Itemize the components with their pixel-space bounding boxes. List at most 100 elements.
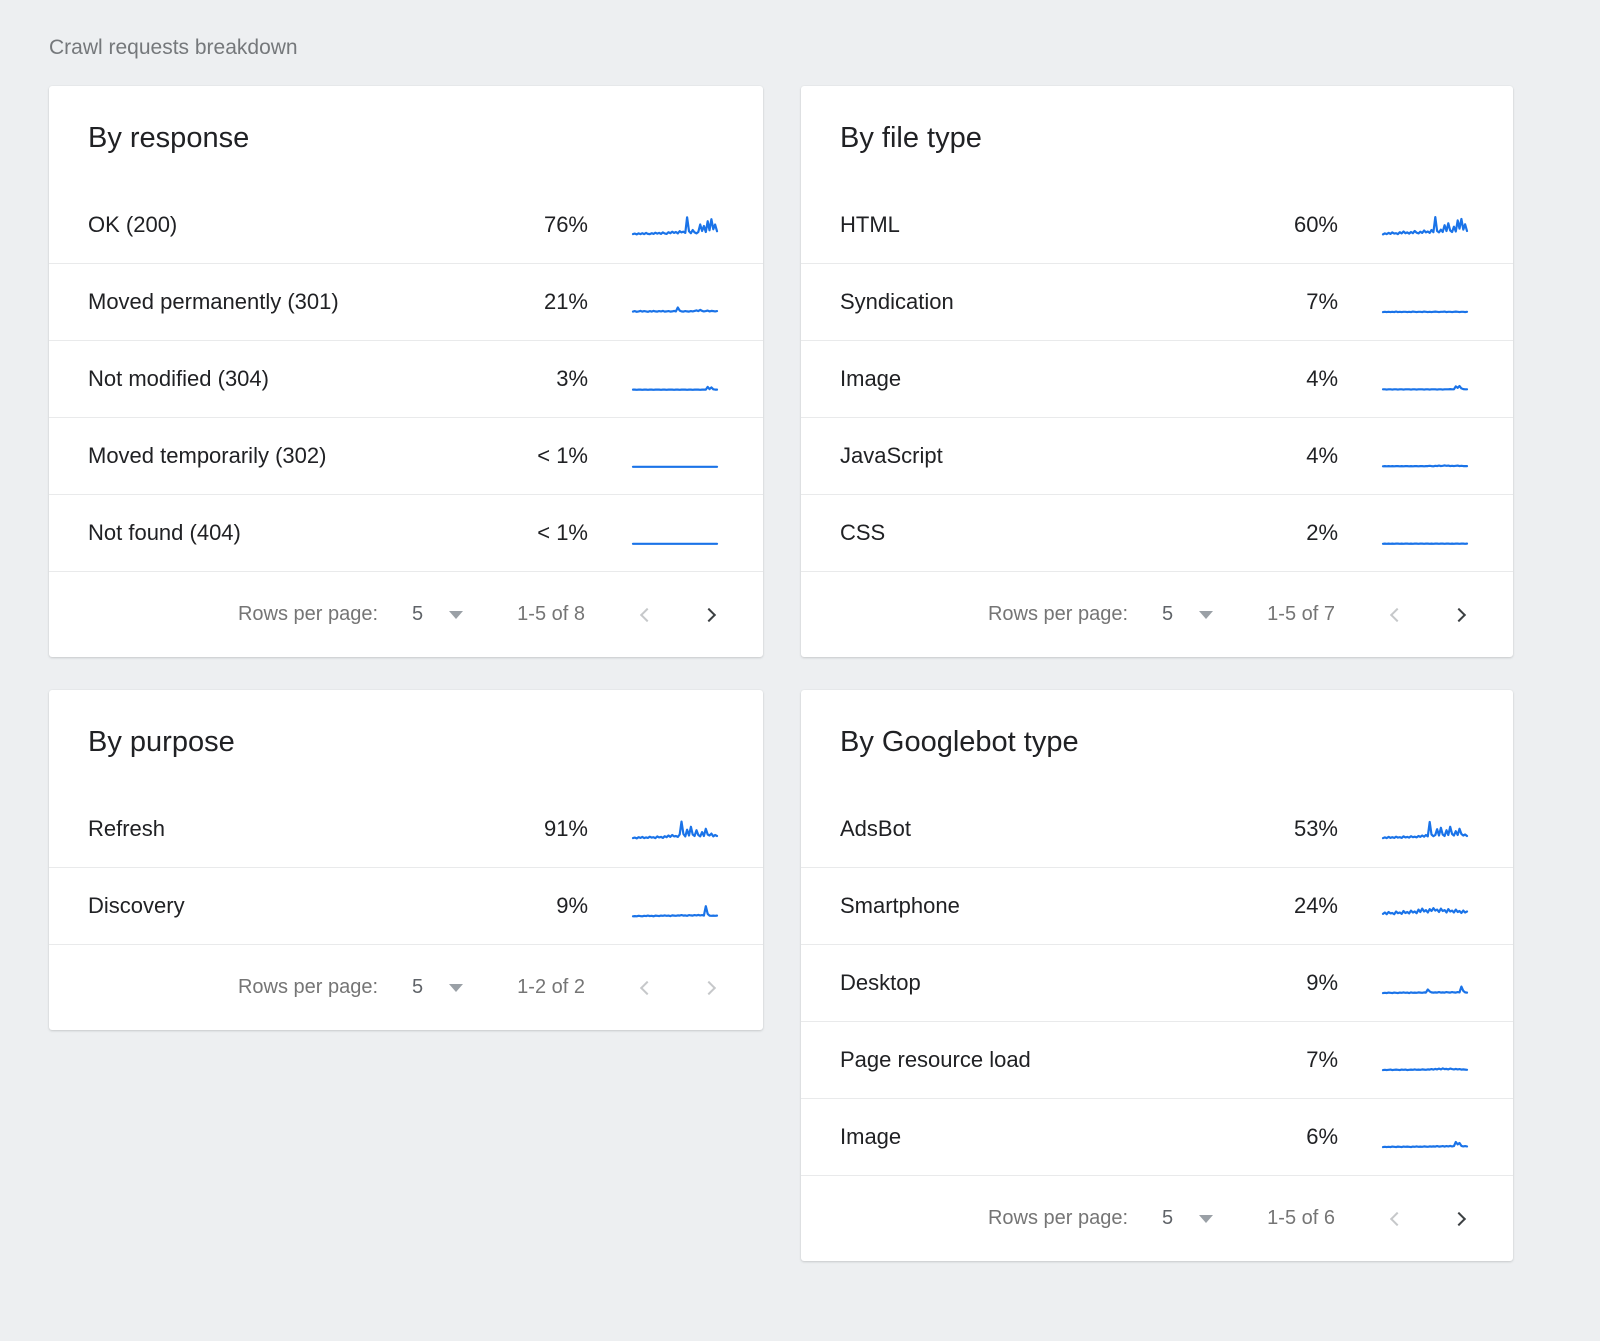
row-value: 9% xyxy=(1306,970,1338,996)
sparkline-chart xyxy=(631,208,719,242)
card-pagination: Rows per page: 5 1-5 of 8 xyxy=(49,571,763,657)
row-value: 60% xyxy=(1294,212,1338,238)
chevron-right-icon xyxy=(702,980,716,994)
rows-per-page-dropdown[interactable] xyxy=(1193,602,1219,628)
chevron-left-icon xyxy=(1390,1211,1404,1225)
row-label: AdsBot xyxy=(840,816,911,842)
table-row[interactable]: Smartphone 24% xyxy=(801,867,1513,944)
next-page-button[interactable] xyxy=(1447,1205,1475,1233)
previous-page-button xyxy=(631,974,659,1002)
crawl-stats-page: Crawl requests breakdown By response OK … xyxy=(0,0,1600,1301)
row-value: 91% xyxy=(544,816,588,842)
table-row[interactable]: Page resource load 7% xyxy=(801,1021,1513,1098)
rows-per-page-value[interactable]: 5 xyxy=(412,976,423,999)
card-rows: Refresh91% Discovery 9% xyxy=(49,790,763,944)
by-googlebot-type-card: By Googlebot type AdsBot 53% Smartphone 24%… xyxy=(801,690,1513,1261)
next-page-button[interactable] xyxy=(1447,601,1475,629)
dropdown-arrow-icon xyxy=(449,611,463,619)
table-row[interactable]: Not modified (304) 3% xyxy=(49,340,763,417)
sparkline-chart xyxy=(631,812,719,846)
table-row[interactable]: Desktop 9% xyxy=(801,944,1513,1021)
table-row[interactable]: JavaScript4% xyxy=(801,417,1513,494)
card-pagination: Rows per page: 5 1-5 of 7 xyxy=(801,571,1513,657)
row-label: Syndication xyxy=(840,289,954,315)
sparkline-chart xyxy=(631,439,719,473)
sparkline-chart xyxy=(1381,889,1469,923)
rows-per-page-dropdown[interactable] xyxy=(1193,1206,1219,1232)
dropdown-arrow-icon xyxy=(1199,1215,1213,1223)
table-row[interactable]: OK (200)76% xyxy=(49,186,763,263)
row-value: 21% xyxy=(544,289,588,315)
card-rows: HTML 60% Syndication 7% Image4%JavaScript4%C… xyxy=(801,186,1513,571)
sparkline-chart xyxy=(631,516,719,550)
row-label: Not found (404) xyxy=(88,520,241,546)
card-rows: AdsBot 53% Smartphone 24% Desktop 9% Page reso… xyxy=(801,790,1513,1175)
sparkline-chart xyxy=(1381,208,1469,242)
pagination-range: 1-5 of 8 xyxy=(517,603,585,626)
row-label: Page resource load xyxy=(840,1047,1031,1073)
pagination-range: 1-5 of 6 xyxy=(1267,1207,1335,1230)
next-page-button[interactable] xyxy=(697,601,725,629)
table-row[interactable]: Syndication 7% xyxy=(801,263,1513,340)
table-row[interactable]: CSS2% xyxy=(801,494,1513,571)
chevron-right-icon xyxy=(1452,1211,1466,1225)
chevron-left-icon xyxy=(640,980,654,994)
row-value: 4% xyxy=(1306,443,1338,469)
table-row[interactable]: Image6% xyxy=(801,1098,1513,1175)
row-value: 7% xyxy=(1306,289,1338,315)
sparkline-chart xyxy=(1381,1043,1469,1077)
card-title: By response xyxy=(49,86,763,186)
cards-grid: By response OK (200)76%Moved permanently… xyxy=(49,86,1513,1261)
sparkline-chart xyxy=(631,889,719,923)
sparkline-chart xyxy=(1381,362,1469,396)
rows-per-page-label: Rows per page: xyxy=(238,603,378,626)
table-row[interactable]: AdsBot 53% xyxy=(801,790,1513,867)
row-label: Discovery xyxy=(88,893,185,919)
card-title: By purpose xyxy=(49,690,763,790)
sparkline-chart xyxy=(1381,1120,1469,1154)
rows-per-page-dropdown[interactable] xyxy=(443,975,469,1001)
table-row[interactable]: Moved permanently (301) 21% xyxy=(49,263,763,340)
table-row[interactable]: Discovery 9% xyxy=(49,867,763,944)
row-label: Desktop xyxy=(840,970,921,996)
rows-per-page-label: Rows per page: xyxy=(988,603,1128,626)
row-value: 76% xyxy=(544,212,588,238)
table-row[interactable]: Refresh91% xyxy=(49,790,763,867)
row-label: Image xyxy=(840,1124,901,1150)
row-label: Moved temporarily (302) xyxy=(88,443,326,469)
by-response-card: By response OK (200)76%Moved permanently… xyxy=(49,86,763,657)
card-title: By file type xyxy=(801,86,1513,186)
table-row[interactable]: Image4% xyxy=(801,340,1513,417)
sparkline-chart xyxy=(1381,812,1469,846)
row-label: Not modified (304) xyxy=(88,366,269,392)
previous-page-button xyxy=(631,601,659,629)
sparkline-chart xyxy=(1381,439,1469,473)
row-label: Moved permanently (301) xyxy=(88,289,339,315)
rows-per-page-dropdown[interactable] xyxy=(443,602,469,628)
rows-per-page-value[interactable]: 5 xyxy=(1162,603,1173,626)
row-value: 3% xyxy=(556,366,588,392)
pagination-range: 1-5 of 7 xyxy=(1267,603,1335,626)
page-title: Crawl requests breakdown xyxy=(49,36,1513,60)
chevron-right-icon xyxy=(1452,607,1466,621)
row-value: 7% xyxy=(1306,1047,1338,1073)
row-value: 9% xyxy=(556,893,588,919)
row-label: HTML xyxy=(840,212,900,238)
row-value: 53% xyxy=(1294,816,1338,842)
card-title: By Googlebot type xyxy=(801,690,1513,790)
chevron-left-icon xyxy=(1390,607,1404,621)
table-row[interactable]: Not found (404)< 1% xyxy=(49,494,763,571)
row-value: 2% xyxy=(1306,520,1338,546)
table-row[interactable]: HTML 60% xyxy=(801,186,1513,263)
dropdown-arrow-icon xyxy=(449,984,463,992)
dropdown-arrow-icon xyxy=(1199,611,1213,619)
table-row[interactable]: Moved temporarily (302)< 1% xyxy=(49,417,763,494)
sparkline-chart xyxy=(631,362,719,396)
rows-per-page-value[interactable]: 5 xyxy=(1162,1207,1173,1230)
row-label: Smartphone xyxy=(840,893,960,919)
row-value: 4% xyxy=(1306,366,1338,392)
row-value: 24% xyxy=(1294,893,1338,919)
sparkline-chart xyxy=(1381,966,1469,1000)
rows-per-page-label: Rows per page: xyxy=(238,976,378,999)
rows-per-page-value[interactable]: 5 xyxy=(412,603,423,626)
